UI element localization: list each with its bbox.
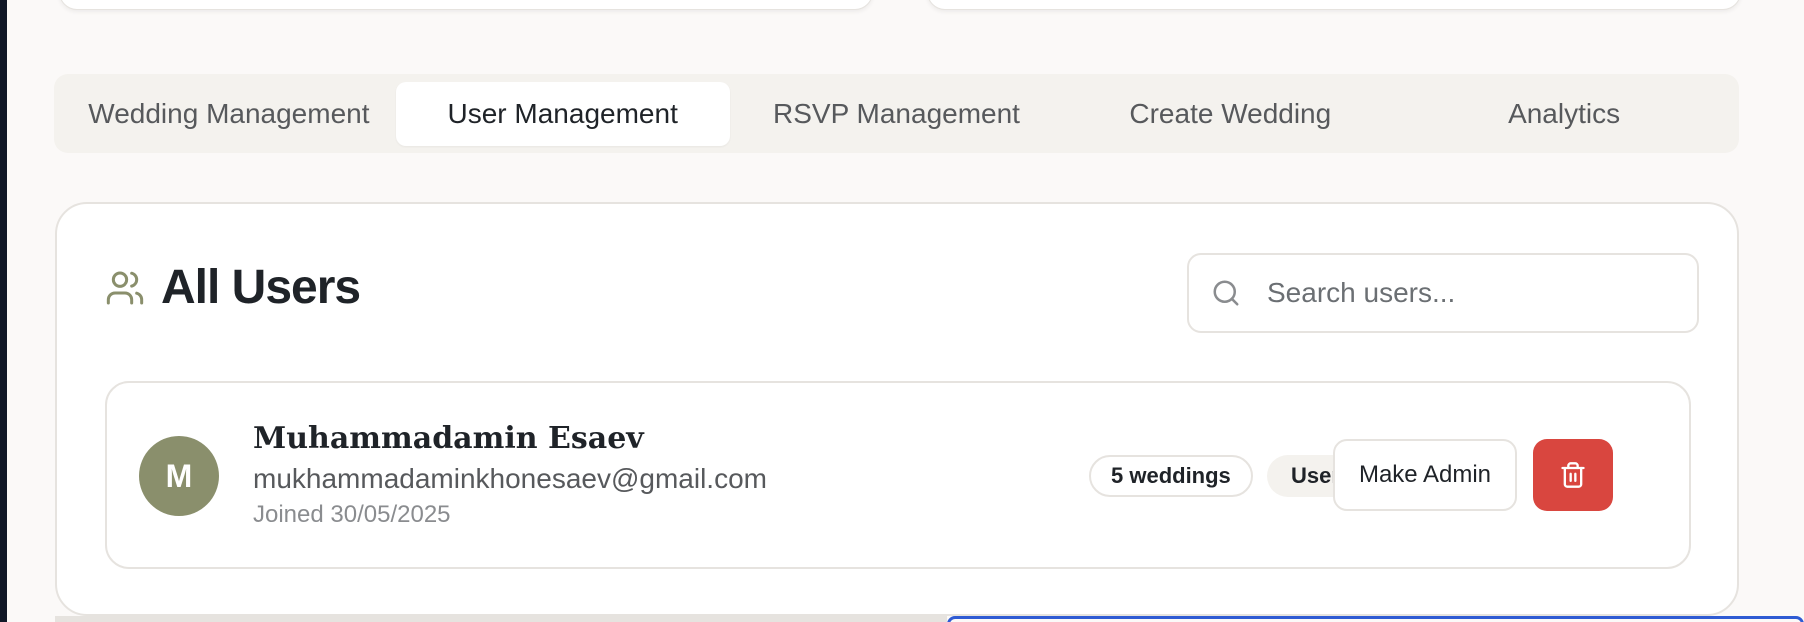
summary-card (59, 0, 873, 10)
page: Wedding Management User Management RSVP … (7, 0, 1804, 622)
tab-rsvp-management[interactable]: RSVP Management (730, 82, 1064, 146)
make-admin-button[interactable]: Make Admin (1333, 439, 1517, 511)
tab-wedding-management[interactable]: Wedding Management (62, 82, 396, 146)
tab-user-management[interactable]: User Management (395, 81, 730, 146)
delete-user-button[interactable] (1533, 439, 1613, 511)
avatar: M (139, 436, 219, 516)
trash-icon (1559, 461, 1587, 489)
search-box[interactable] (1187, 253, 1699, 333)
user-card: M Muhammadamin Esaev mukhammadaminkhones… (105, 381, 1691, 569)
focused-element-outline[interactable] (947, 616, 1804, 622)
summary-card (927, 0, 1741, 10)
tab-analytics[interactable]: Analytics (1397, 82, 1731, 146)
tab-bar: Wedding Management User Management RSVP … (54, 74, 1739, 153)
search-input[interactable] (1265, 276, 1649, 310)
panel-title: All Users (161, 261, 361, 314)
users-panel: All Users M Muhammadamin Esaev mukhammad… (55, 202, 1739, 616)
next-section-edge (55, 616, 947, 622)
user-email: mukhammadaminkhonesaev@gmail.com (253, 463, 767, 494)
panel-header: All Users (105, 261, 361, 314)
user-joined-date: Joined 30/05/2025 (253, 501, 451, 528)
user-info: Muhammadamin Esaev mukhammadaminkhonesae… (253, 421, 767, 531)
user-name: Muhammadamin Esaev (253, 421, 644, 456)
weddings-count-badge: 5 weddings (1089, 455, 1253, 497)
tab-create-wedding[interactable]: Create Wedding (1063, 82, 1397, 146)
search-icon (1211, 278, 1241, 308)
users-icon (105, 268, 145, 308)
